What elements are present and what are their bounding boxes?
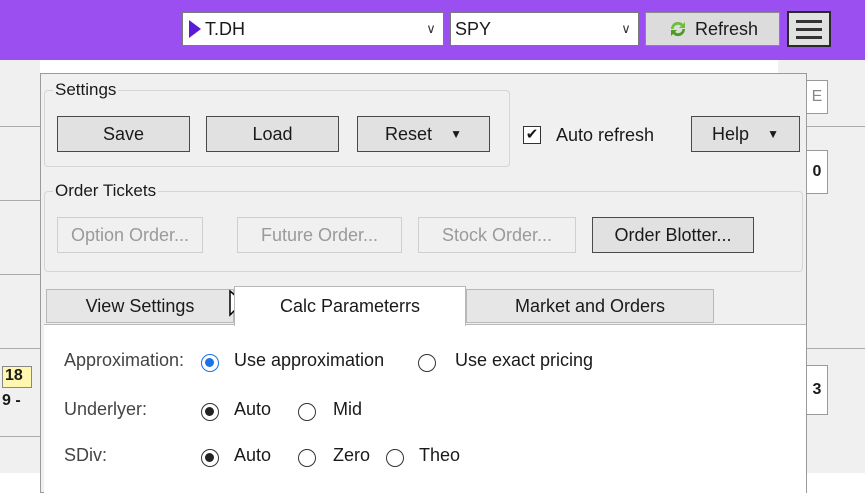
top-toolbar: T.DH ∨ SPY ∨ Refresh bbox=[0, 0, 865, 60]
help-button[interactable]: Help ▼ bbox=[691, 116, 800, 152]
save-button[interactable]: Save bbox=[57, 116, 190, 152]
symbol-combobox[interactable]: T.DH ∨ bbox=[182, 12, 444, 46]
tab-calc-parameters[interactable]: Calc Parameterrs bbox=[234, 286, 466, 326]
underlyer-auto-radio[interactable] bbox=[201, 403, 219, 421]
calc-parameters-pane: Approximation: Use approximation Use exa… bbox=[44, 324, 806, 494]
refresh-button[interactable]: Refresh bbox=[645, 12, 780, 46]
option-order-button[interactable]: Option Order... bbox=[57, 217, 203, 253]
settings-dropdown-panel: Settings Save Load Reset ▼ ✔ Auto refres… bbox=[40, 73, 807, 494]
order-tickets-title: Order Tickets bbox=[53, 181, 159, 201]
reset-button[interactable]: Reset ▼ bbox=[357, 116, 490, 152]
caret-down-icon: ▼ bbox=[450, 127, 462, 141]
use-approximation-radio[interactable] bbox=[201, 354, 219, 372]
grid-cell-value: E bbox=[806, 80, 828, 114]
sdiv-auto-radio[interactable] bbox=[201, 449, 219, 467]
grid-cell-value: 18 bbox=[2, 366, 32, 388]
sdiv-zero-radio[interactable] bbox=[298, 449, 316, 467]
symbol-combobox-value: T.DH bbox=[205, 18, 245, 39]
auto-refresh-label: Auto refresh bbox=[556, 125, 655, 145]
grid-cell-value: 0 bbox=[806, 150, 828, 194]
sdiv-zero-label[interactable]: Zero bbox=[333, 445, 370, 466]
stock-order-button[interactable]: Stock Order... bbox=[418, 217, 576, 253]
sdiv-auto-label[interactable]: Auto bbox=[234, 445, 271, 466]
underlyer-mid-radio[interactable] bbox=[298, 403, 316, 421]
refresh-label: Refresh bbox=[694, 18, 759, 39]
sdiv-label: SDiv: bbox=[64, 445, 108, 465]
hamburger-icon bbox=[796, 19, 822, 23]
grid-cell-value: 3 bbox=[806, 365, 828, 415]
tab-market-and-orders[interactable]: Market and Orders bbox=[466, 289, 714, 323]
future-order-button[interactable]: Future Order... bbox=[237, 217, 402, 253]
auto-refresh-checkbox[interactable]: ✔ bbox=[523, 126, 541, 144]
sdiv-theo-radio[interactable] bbox=[386, 449, 404, 467]
underlying-combobox[interactable]: SPY ∨ bbox=[450, 12, 639, 46]
grid-cell-value: 9 - bbox=[2, 392, 21, 409]
underlyer-mid-label[interactable]: Mid bbox=[333, 399, 362, 420]
use-approximation-label[interactable]: Use approximation bbox=[234, 350, 384, 371]
approximation-label: Approximation: bbox=[64, 350, 185, 370]
underlying-combobox-value: SPY bbox=[455, 18, 492, 39]
hamburger-menu-button[interactable] bbox=[787, 11, 831, 47]
load-button[interactable]: Load bbox=[206, 116, 339, 152]
caret-down-icon: ▼ bbox=[767, 127, 779, 141]
use-exact-pricing-radio[interactable] bbox=[418, 354, 436, 372]
refresh-icon bbox=[670, 21, 685, 37]
underlyer-auto-label[interactable]: Auto bbox=[234, 399, 271, 420]
background-left-pane bbox=[0, 60, 40, 473]
use-exact-pricing-label[interactable]: Use exact pricing bbox=[455, 350, 593, 371]
settings-group-title: Settings bbox=[53, 80, 119, 100]
sdiv-theo-label[interactable]: Theo bbox=[419, 445, 460, 466]
tab-view-settings[interactable]: View Settings bbox=[46, 289, 234, 323]
play-icon bbox=[189, 20, 201, 38]
order-blotter-button[interactable]: Order Blotter... bbox=[592, 217, 754, 253]
chevron-down-icon[interactable]: ∨ bbox=[419, 21, 443, 37]
chevron-down-icon[interactable]: ∨ bbox=[614, 21, 638, 37]
underlyer-label: Underlyer: bbox=[64, 399, 148, 419]
